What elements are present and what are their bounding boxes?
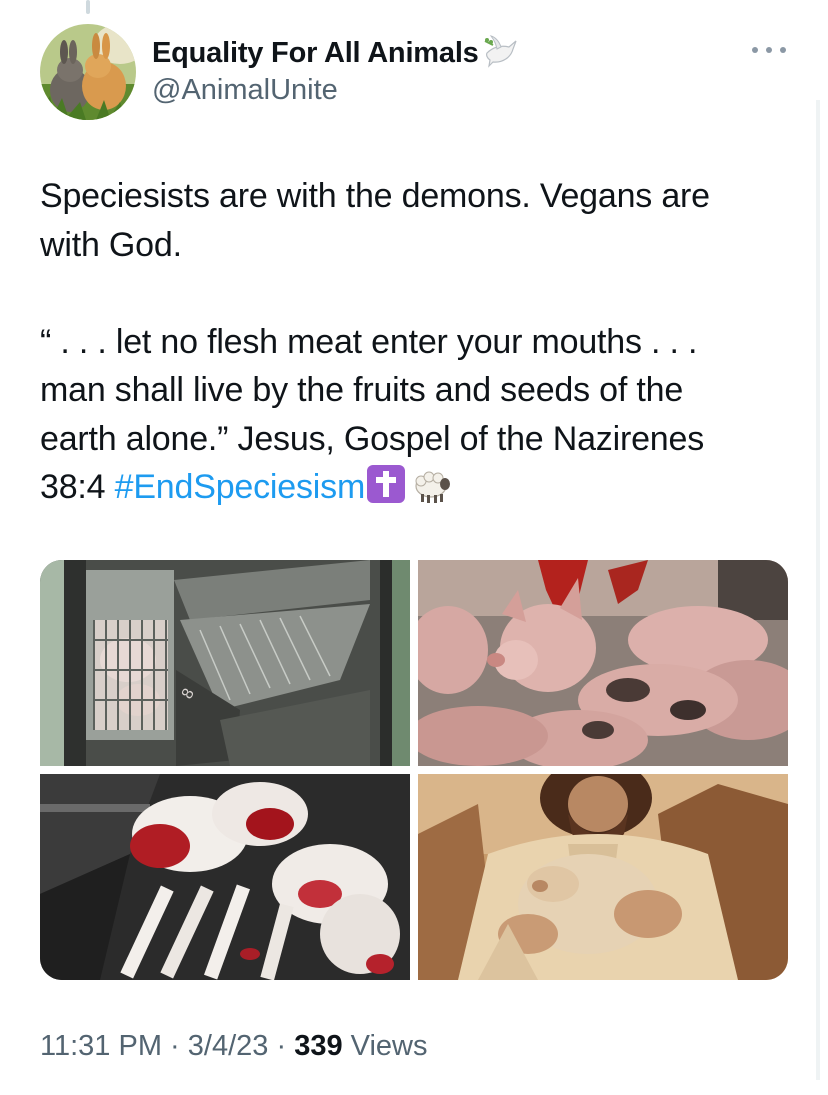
tweet-text-line: with God. <box>40 225 182 264</box>
tweet-date[interactable]: 3/4/23 <box>188 1030 269 1062</box>
more-dot-icon <box>766 47 772 53</box>
rabbits-avatar-image <box>40 24 136 120</box>
jesus-holding-lamb-painting[interactable] <box>418 774 788 980</box>
sheep-icon <box>411 468 451 518</box>
latin-cross-icon <box>367 465 406 503</box>
quote-line: “ . . . let no flesh meat enter your mou… <box>40 322 698 361</box>
separator-dot: · <box>161 1030 188 1062</box>
tweet-metadata: 11:31 PM · 3/4/23 · 339 Views <box>40 1030 427 1063</box>
bloodied-lambs-photo[interactable] <box>40 774 410 980</box>
tweet-detail-view: Equality For All Animals @AnimalUnite Sp… <box>0 0 828 1095</box>
more-options-button[interactable] <box>752 38 786 62</box>
media-grid[interactable]: 8 <box>40 560 788 980</box>
hashtag-link[interactable]: #EndSpeciesism <box>115 468 366 506</box>
more-dot-icon <box>752 47 758 53</box>
quote-ref-line: 38:4 #EndSpeciesism <box>40 463 800 518</box>
avatar[interactable] <box>40 24 136 120</box>
more-dot-icon <box>780 47 786 53</box>
quote-line: man shall live by the fruits and seeds o… <box>40 371 684 409</box>
author-display-name[interactable]: Equality For All Animals <box>152 37 479 70</box>
author-handle[interactable]: @AnimalUnite <box>152 74 338 107</box>
verse-reference: 38:4 <box>40 468 106 506</box>
author-name-row[interactable]: Equality For All Animals <box>152 34 519 72</box>
tweet-time[interactable]: 11:31 PM <box>40 1030 162 1062</box>
quote-line: earth alone.” Jesus, Gospel of the Nazir… <box>40 419 705 458</box>
views-count: 339 <box>294 1030 343 1062</box>
tweet-text-line: Speciesists are with the demons. Vegans … <box>40 177 710 215</box>
separator-dot: · <box>268 1030 295 1062</box>
battery-cage-pigs-photo[interactable]: 8 <box>40 560 410 766</box>
tweet-text: Speciesists are with the demons. Vegans … <box>40 172 800 518</box>
thread-connector-line <box>86 0 90 14</box>
crowded-pigs-photo[interactable] <box>418 560 788 766</box>
views-label: Views <box>342 1030 428 1062</box>
scrollbar-track <box>816 100 820 1080</box>
dove-icon <box>483 33 519 74</box>
